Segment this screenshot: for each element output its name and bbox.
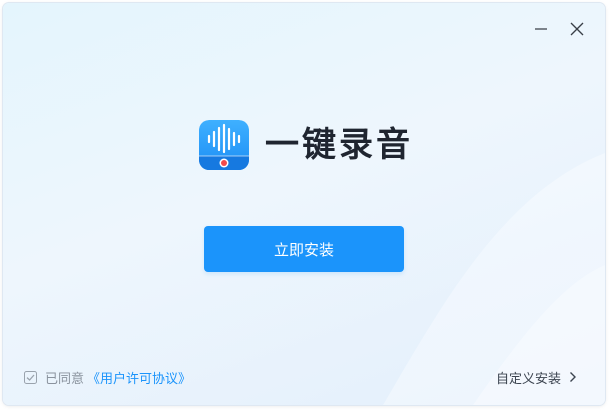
- installer-window: 一键录音 立即安装 已同意 《用户许可协议》 自定义安装: [3, 3, 605, 405]
- custom-install-label: 自定义安装: [496, 371, 562, 387]
- agree-checkbox[interactable]: [24, 370, 37, 384]
- app-title: 一键录音: [265, 125, 413, 165]
- minimize-icon: [535, 28, 547, 30]
- app-logo-icon: [199, 120, 249, 170]
- install-now-button[interactable]: 立即安装: [204, 226, 404, 272]
- license-link[interactable]: 《用户许可协议》: [87, 368, 191, 387]
- background-wave-decoration: [383, 153, 605, 405]
- agree-label: 已同意: [45, 371, 85, 387]
- license-agreement: 已同意 《用户许可协议》: [24, 368, 191, 387]
- custom-install-button[interactable]: 自定义安装: [496, 368, 577, 387]
- app-brand: 一键录音: [199, 119, 413, 171]
- chevron-right-icon: [570, 372, 577, 382]
- close-button[interactable]: [567, 19, 587, 39]
- minimize-button[interactable]: [531, 19, 551, 39]
- close-icon: [570, 22, 584, 36]
